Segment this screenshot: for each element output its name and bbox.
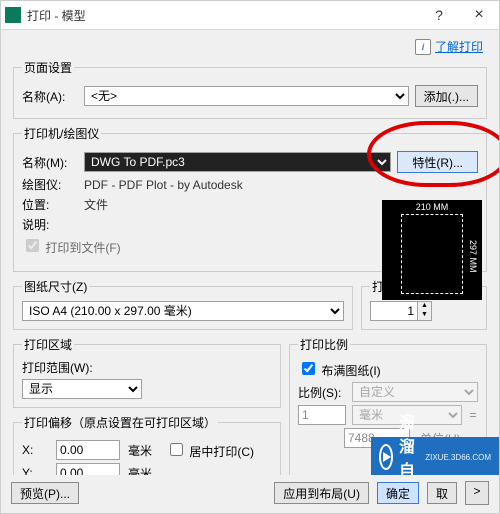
plot-area-legend: 打印区域 bbox=[22, 336, 74, 353]
expand-button[interactable]: > bbox=[465, 481, 489, 505]
plot-range-label: 打印范围(W): bbox=[22, 359, 272, 376]
spin-down-icon[interactable]: ▼ bbox=[417, 311, 431, 320]
center-checkbox-label[interactable]: 居中打印(C) bbox=[166, 440, 254, 460]
offset-x-unit: 毫米 bbox=[128, 442, 152, 459]
print-to-file-checkbox: 打印到文件(F) bbox=[22, 236, 121, 256]
watermark-sub: ZIXUE.3D66.COM bbox=[425, 453, 491, 462]
scale-ratio-label: 比例(S): bbox=[298, 384, 346, 401]
app-icon bbox=[5, 7, 21, 23]
watermark-banner: 溜溜自学 ZIXUE.3D66.COM bbox=[371, 437, 499, 477]
add-page-setup-button[interactable]: 添加(.)... bbox=[415, 85, 478, 107]
help-link[interactable]: 了解打印 bbox=[435, 38, 483, 55]
play-icon bbox=[379, 444, 393, 470]
preview-paper-icon bbox=[401, 214, 463, 294]
printer-group: 打印机/绘图仪 名称(M): DWG To PDF.pc3 特性(R)... 绘… bbox=[13, 125, 487, 272]
titlebar-close-button[interactable]: × bbox=[459, 6, 499, 24]
printer-legend: 打印机/绘图仪 bbox=[22, 125, 101, 142]
plotter-value: PDF - PDF Plot - by Autodesk bbox=[84, 178, 243, 192]
location-label: 位置: bbox=[22, 196, 78, 213]
spin-up-icon[interactable]: ▲ bbox=[417, 302, 431, 311]
printer-name-combo[interactable]: DWG To PDF.pc3 bbox=[84, 152, 391, 172]
scale-ratio-combo: 自定义 bbox=[352, 382, 478, 402]
printer-name-label: 名称(M): bbox=[22, 154, 78, 171]
copies-value: 1 bbox=[371, 304, 417, 318]
offset-x-label: X: bbox=[22, 443, 50, 457]
paper-preview: 210 MM 297 MM bbox=[382, 200, 482, 300]
center-checkbox[interactable] bbox=[170, 443, 183, 456]
window-title: 打印 - 模型 bbox=[27, 7, 419, 24]
titlebar: 打印 - 模型 ? × bbox=[1, 1, 499, 30]
info-icon: i bbox=[415, 39, 431, 55]
scale-equals: = bbox=[468, 408, 478, 422]
plotter-label: 绘图仪: bbox=[22, 176, 78, 193]
page-setup-group: 页面设置 名称(A): <无> 添加(.)... bbox=[13, 59, 487, 119]
description-label: 说明: bbox=[22, 216, 78, 233]
plot-range-combo[interactable]: 显示 bbox=[22, 379, 142, 399]
dialog-footer: 预览(P)... 应用到布局(U) 确定 取 > bbox=[1, 475, 499, 513]
page-name-label: 名称(A): bbox=[22, 88, 78, 105]
page-setup-legend: 页面设置 bbox=[22, 59, 74, 76]
ok-button[interactable]: 确定 bbox=[377, 482, 419, 504]
paper-size-group: 图纸尺寸(Z) ISO A4 (210.00 x 297.00 毫米) bbox=[13, 278, 353, 330]
page-name-combo[interactable]: <无> bbox=[84, 86, 409, 106]
scale-num1-input bbox=[298, 405, 346, 425]
preview-button[interactable]: 预览(P)... bbox=[11, 482, 79, 504]
location-value: 文件 bbox=[84, 196, 108, 213]
paper-size-legend: 图纸尺寸(Z) bbox=[22, 278, 89, 295]
print-to-file-input bbox=[26, 239, 39, 252]
titlebar-help-button[interactable]: ? bbox=[419, 7, 459, 23]
plot-offset-legend: 打印偏移（原点设置在可打印区域） bbox=[22, 414, 218, 431]
print-dialog: 打印 - 模型 ? × i 了解打印 页面设置 名称(A): <无> 添加(.)… bbox=[0, 0, 500, 514]
printer-properties-button[interactable]: 特性(R)... bbox=[397, 151, 478, 173]
offset-x-input[interactable] bbox=[56, 440, 120, 460]
copies-spinner[interactable]: 1 ▲▼ bbox=[370, 301, 432, 321]
paper-size-combo[interactable]: ISO A4 (210.00 x 297.00 毫米) bbox=[22, 301, 344, 321]
apply-layout-button[interactable]: 应用到布局(U) bbox=[274, 482, 369, 504]
fit-to-paper-checkbox[interactable] bbox=[302, 362, 315, 375]
plot-scale-legend: 打印比例 bbox=[298, 336, 350, 353]
preview-width-label: 210 MM bbox=[416, 202, 449, 212]
cancel-button[interactable]: 取 bbox=[427, 482, 457, 504]
plot-area-group: 打印区域 打印范围(W): 显示 bbox=[13, 336, 281, 408]
preview-height-label: 297 MM bbox=[468, 240, 478, 273]
fit-to-paper-checkbox-label[interactable]: 布满图纸(I) bbox=[298, 364, 381, 378]
